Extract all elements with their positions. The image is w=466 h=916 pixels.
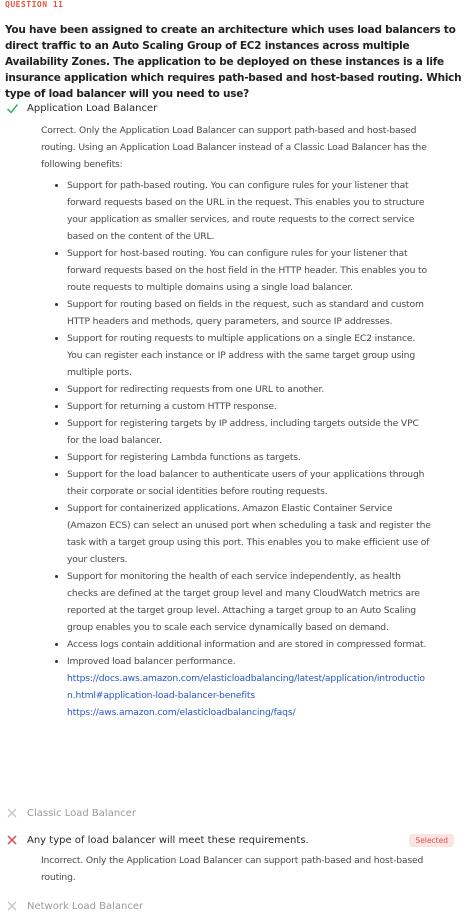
list-item: Improved load balancer performance. http… bbox=[67, 653, 431, 721]
explanation-text: Incorrect. Only the Application Load Bal… bbox=[41, 855, 424, 883]
question-text: You have been assigned to create an arch… bbox=[5, 24, 462, 100]
option-application-load-balancer[interactable]: Application Load Balancer Correct. Only … bbox=[5, 100, 461, 721]
option-label: Any type of load balancer will meet thes… bbox=[27, 834, 309, 846]
list-item: Support for host-based routing. You can … bbox=[67, 245, 431, 296]
selected-badge: Selected bbox=[409, 834, 454, 847]
explanation-text: Correct. Only the Application Load Balan… bbox=[41, 125, 427, 170]
list-item: Support for path-based routing. You can … bbox=[67, 177, 431, 245]
benefits-list: Support for path-based routing. You can … bbox=[41, 177, 431, 721]
option-any-load-balancer[interactable]: Any type of load balancer will meet thes… bbox=[5, 832, 461, 886]
list-item-text: Improved load balancer performance. bbox=[67, 656, 236, 667]
list-item: Support for redirecting requests from on… bbox=[67, 381, 431, 398]
option-label: Application Load Balancer bbox=[27, 102, 158, 114]
explanation: Correct. Only the Application Load Balan… bbox=[41, 122, 431, 721]
x-icon bbox=[5, 899, 19, 913]
option-label: Network Load Balancer bbox=[27, 900, 144, 912]
list-item: Support for registering targets by IP ad… bbox=[67, 415, 431, 449]
list-item: Access logs contain additional informati… bbox=[67, 636, 431, 653]
option-network-load-balancer[interactable]: Network Load Balancer bbox=[5, 898, 461, 914]
quiz-page: QUESTION 11 You have been assigned to cr… bbox=[0, 0, 466, 916]
list-item: Support for monitoring the health of eac… bbox=[67, 568, 431, 636]
option-label: Classic Load Balancer bbox=[27, 807, 136, 819]
x-icon bbox=[5, 806, 19, 820]
list-item: Support for registering Lambda functions… bbox=[67, 449, 431, 466]
list-item: Support for routing requests to multiple… bbox=[67, 330, 431, 381]
list-item: Support for routing based on fields in t… bbox=[67, 296, 431, 330]
option-classic-load-balancer[interactable]: Classic Load Balancer bbox=[5, 805, 461, 821]
docs-link[interactable]: https://docs.aws.amazon.com/elasticloadb… bbox=[67, 670, 431, 704]
list-item: Support for returning a custom HTTP resp… bbox=[67, 398, 431, 415]
question-number: QUESTION 11 bbox=[5, 0, 64, 9]
check-icon bbox=[5, 101, 19, 115]
explanation: Incorrect. Only the Application Load Bal… bbox=[41, 852, 431, 886]
list-item: Support for containerized applications. … bbox=[67, 500, 431, 568]
list-item: Support for the load balancer to authent… bbox=[67, 466, 431, 500]
faq-link[interactable]: https://aws.amazon.com/elasticloadbalanc… bbox=[67, 704, 431, 721]
x-icon bbox=[5, 833, 19, 847]
